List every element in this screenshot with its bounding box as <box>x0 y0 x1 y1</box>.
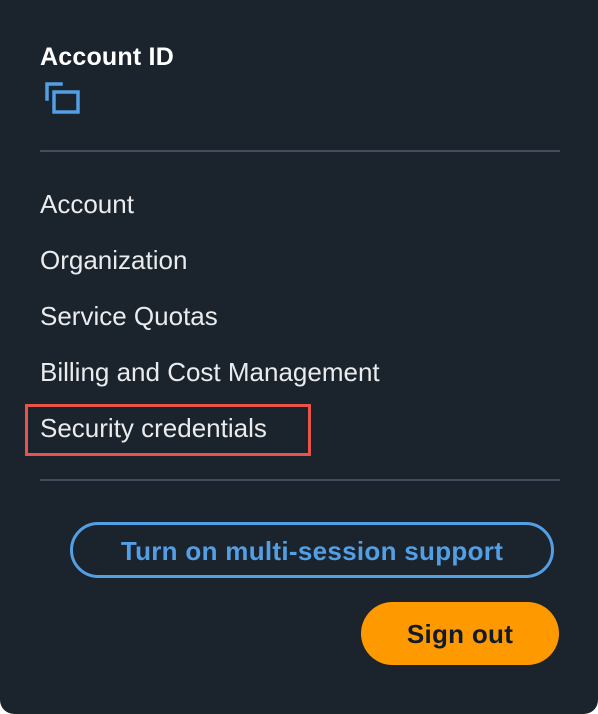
menu-item-account[interactable]: Account <box>40 184 380 240</box>
menu-item-organization[interactable]: Organization <box>40 240 380 296</box>
divider <box>40 150 560 152</box>
turn-on-multi-session-button[interactable]: Turn on multi-session support <box>70 522 554 578</box>
account-menu-panel: Account ID Account Organization Service … <box>0 0 598 714</box>
account-id-label: Account ID <box>40 43 174 71</box>
menu-item-service-quotas[interactable]: Service Quotas <box>40 296 380 352</box>
menu-item-security-credentials[interactable]: Security credentials <box>40 408 380 464</box>
account-menu-list: Account Organization Service Quotas Bill… <box>40 184 380 464</box>
copy-icon[interactable] <box>44 82 84 116</box>
menu-item-billing-and-cost-management[interactable]: Billing and Cost Management <box>40 352 380 408</box>
sign-out-button[interactable]: Sign out <box>361 602 559 665</box>
divider <box>40 479 560 481</box>
